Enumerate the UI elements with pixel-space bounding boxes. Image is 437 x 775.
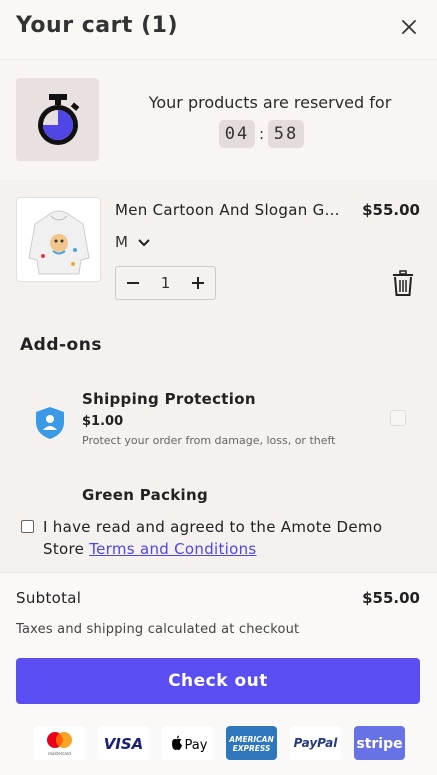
terms-agreement: I have read and agreed to the Amote Demo… bbox=[0, 508, 437, 572]
decrease-quantity-button[interactable] bbox=[124, 274, 142, 292]
product-name[interactable]: Men Cartoon And Slogan Graphic Hoodie bbox=[115, 201, 345, 219]
addon-price: $1.00 bbox=[82, 414, 124, 429]
stripe-icon: stripe bbox=[354, 726, 405, 760]
close-icon[interactable] bbox=[398, 16, 420, 38]
addons-title: Add-ons bbox=[20, 335, 102, 355]
subtotal-label: Subtotal bbox=[16, 589, 82, 607]
amex-icon: AMERICAN EXPRESS bbox=[226, 726, 277, 760]
variant-select[interactable]: M bbox=[115, 233, 150, 251]
paypal-icon: PayPal bbox=[290, 726, 341, 760]
mastercard-icon: mastercard bbox=[34, 726, 85, 760]
quantity-stepper: 1 bbox=[115, 266, 216, 300]
addon-shipping-protection: Shipping Protection $1.00 Protect your o… bbox=[16, 390, 420, 450]
terms-link[interactable]: Terms and Conditions bbox=[89, 540, 256, 558]
svg-text:Pay: Pay bbox=[185, 738, 208, 753]
chevron-down-icon bbox=[138, 233, 150, 251]
countdown-separator: : bbox=[258, 125, 265, 143]
countdown: 04 : 58 bbox=[219, 120, 304, 148]
addon-description: Protect your order from damage, loss, or… bbox=[82, 434, 336, 447]
terms-text: I have read and agreed to the Amote Demo… bbox=[43, 516, 423, 560]
increase-quantity-button[interactable] bbox=[189, 274, 207, 292]
shield-icon bbox=[34, 406, 66, 440]
product-image[interactable] bbox=[16, 197, 101, 282]
svg-text:VISA: VISA bbox=[104, 735, 144, 753]
apple-pay-icon: Pay bbox=[162, 726, 213, 760]
subtotal-value: $55.00 bbox=[362, 589, 420, 607]
product-price: $55.00 bbox=[362, 201, 420, 219]
minus-icon bbox=[127, 282, 139, 284]
stopwatch-icon-box bbox=[16, 78, 99, 161]
cart-title: Your cart (1) bbox=[16, 13, 179, 38]
cart-header: Your cart (1) bbox=[0, 0, 437, 60]
terms-checkbox[interactable] bbox=[21, 520, 34, 533]
plus-icon bbox=[191, 277, 204, 289]
addon-title: Shipping Protection bbox=[82, 390, 256, 408]
quantity-value[interactable]: 1 bbox=[161, 274, 171, 292]
remove-item-button[interactable] bbox=[392, 270, 414, 296]
visa-icon: VISA bbox=[98, 726, 149, 760]
svg-text:EXPRESS: EXPRESS bbox=[233, 744, 271, 753]
svg-text:stripe: stripe bbox=[356, 736, 402, 752]
countdown-seconds: 58 bbox=[268, 120, 304, 148]
svg-text:mastercard: mastercard bbox=[48, 751, 71, 756]
payment-methods: mastercard VISA Pay AMERICAN EXPRESS Pay… bbox=[34, 726, 405, 760]
cart-footer: Subtotal $55.00 Taxes and shipping calcu… bbox=[0, 572, 437, 775]
trash-icon bbox=[393, 270, 413, 296]
tax-note: Taxes and shipping calculated at checkou… bbox=[16, 622, 300, 637]
svg-text:PayPal: PayPal bbox=[294, 736, 339, 750]
addon-title: Green Packing bbox=[82, 486, 208, 504]
countdown-minutes: 04 bbox=[219, 120, 255, 148]
reservation-message: Your products are reserved for bbox=[148, 93, 392, 112]
cart-body: Men Cartoon And Slogan Graphic Hoodie $5… bbox=[0, 180, 437, 572]
reservation-timer-section: Your products are reserved for 04 : 58 bbox=[0, 60, 437, 180]
svg-text:AMERICAN: AMERICAN bbox=[228, 735, 274, 744]
checkout-button[interactable]: Check out bbox=[16, 658, 420, 704]
addon-checkbox[interactable] bbox=[390, 410, 406, 426]
stopwatch-icon bbox=[38, 94, 80, 145]
variant-value: M bbox=[115, 233, 128, 251]
